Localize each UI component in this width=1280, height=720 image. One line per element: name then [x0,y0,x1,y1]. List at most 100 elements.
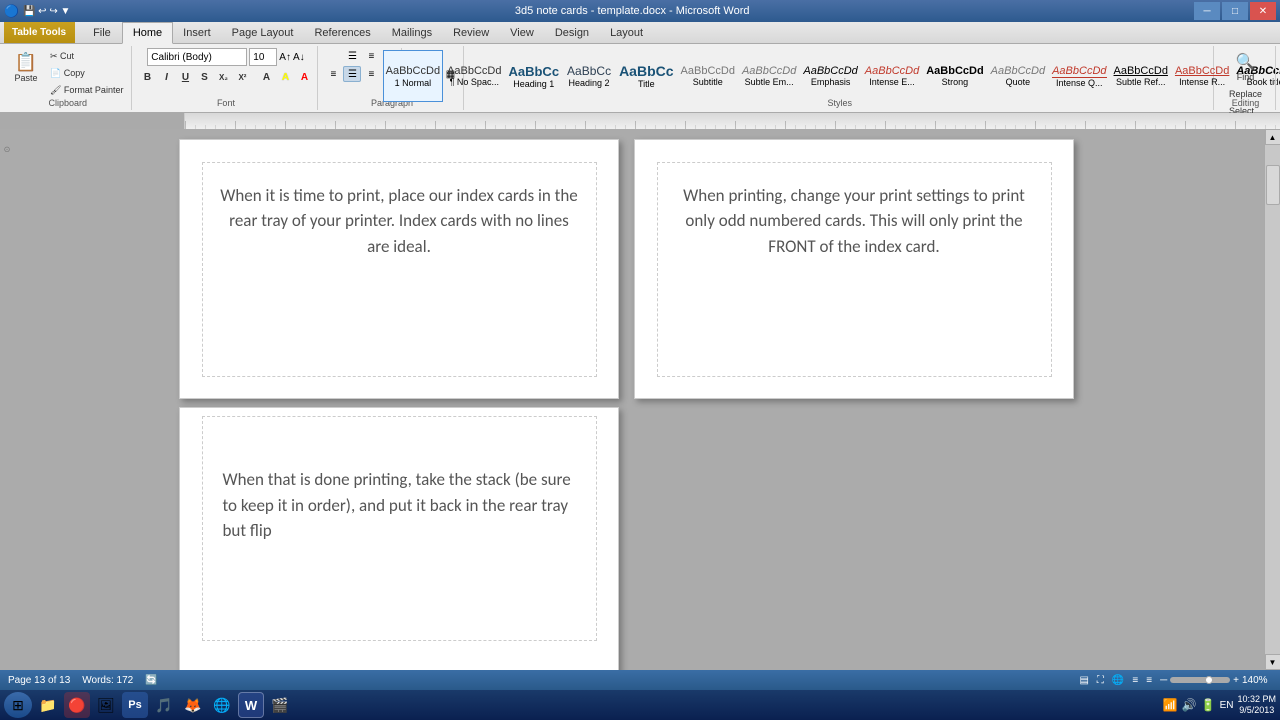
text-highlight-button[interactable]: A [276,69,294,85]
window-title: 3d5 note cards - template.docx - Microso… [70,5,1194,17]
font-label: Font [217,98,235,108]
taskbar-lightroom[interactable]: 🖼 [93,692,119,718]
copy-button[interactable]: 📄 Copy [46,65,127,81]
tab-view[interactable]: View [500,22,545,43]
editing-label: Editing [1232,98,1260,108]
clear-format-button[interactable]: A [257,69,275,85]
tab-home[interactable]: Home [122,22,173,44]
scrollbar-vertical[interactable]: ▲ ▼ [1264,129,1280,670]
card-1-text[interactable]: When it is time to print, place our inde… [218,183,581,260]
subscript-button[interactable]: X₂ [214,69,232,85]
card-row-1: When it is time to print, place our inde… [179,139,1099,399]
italic-button[interactable]: I [157,69,175,85]
tab-references[interactable]: References [304,22,381,43]
close-button[interactable]: ✕ [1250,2,1276,20]
bullets-button[interactable]: ☰ [343,48,361,64]
card-3-text[interactable]: When that is done printing, take the sta… [223,467,576,544]
taskbar-firefox[interactable]: 🦊 [180,692,206,718]
scroll-down-button[interactable]: ▼ [1265,654,1280,670]
zoom-slider[interactable] [1170,677,1230,683]
tab-layout[interactable]: Layout [600,22,654,43]
tab-design[interactable]: Design [545,22,600,43]
view-draft-icon[interactable]: ≡ [1146,675,1152,686]
tab-mailings[interactable]: Mailings [382,22,443,43]
style-subtitle[interactable]: AaBbCcDd Subtitle [678,50,738,102]
scroll-thumb[interactable] [1266,165,1280,205]
document-area[interactable]: When it is time to print, place our inde… [14,129,1264,670]
taskbar-chrome[interactable]: 🌐 [209,692,235,718]
card-3-outer: When that is done printing, take the sta… [179,407,619,670]
superscript-button[interactable]: X² [233,69,251,85]
font-name-input[interactable]: Calibri (Body) [147,48,247,66]
style-emphasis[interactable]: AaBbCcDd Emphasis [800,50,860,102]
style-no-spacing[interactable]: AaBbCcDd ¶ No Spac... [444,50,504,102]
find-button[interactable]: 🔍 Find [1226,48,1266,86]
ribbon: Table Tools File Home Insert Page Layout… [0,22,1280,113]
styles-group: AaBbCcDd 1 Normal AaBbCcDd ¶ No Spac... … [466,46,1214,110]
style-intense-q[interactable]: AaBbCcDd Intense Q... [1049,50,1109,102]
align-right-button[interactable]: ≡ [362,66,380,82]
style-normal[interactable]: AaBbCcDd 1 Normal [383,50,443,102]
style-subtle-em[interactable]: AaBbCcDd Subtle Em... [739,50,799,102]
zoom-slider-thumb [1205,676,1213,684]
start-button[interactable]: ⊞ [4,692,32,718]
page-info: Page 13 of 13 [8,675,70,686]
numbering-button[interactable]: ≡ [362,48,380,64]
tab-insert[interactable]: Insert [173,22,222,43]
style-subtle-ref[interactable]: AaBbCcDd Subtle Ref... [1111,50,1171,102]
card-2-text[interactable]: When printing, change your print setting… [673,183,1036,260]
taskbar-media[interactable]: 🎵 [151,692,177,718]
card-1-inner: When it is time to print, place our inde… [202,162,597,377]
zoom-in-button[interactable]: + [1233,675,1239,686]
zoom-out-button[interactable]: ─ [1160,675,1167,686]
font-shrink-button[interactable]: A↓ [293,52,305,63]
clock[interactable]: 10:32 PM 9/5/2013 [1237,694,1276,716]
zoom-level[interactable]: 140% [1242,675,1272,686]
maximize-button[interactable]: □ [1222,2,1248,20]
editing-group: 🔍 Find Replace Select Editing [1216,46,1276,110]
taskbar-explorer[interactable]: 📁 [35,692,61,718]
bold-button[interactable]: B [138,69,156,85]
tab-file[interactable]: File [83,22,122,43]
styles-list: AaBbCcDd 1 Normal AaBbCcDd ¶ No Spac... … [383,48,1280,104]
font-size-input[interactable]: 10 [249,48,277,66]
tab-review[interactable]: Review [443,22,500,43]
view-web-icon[interactable]: 🌐 [1112,675,1124,686]
track-changes-icon: 🔄 [145,675,157,686]
scroll-up-button[interactable]: ▲ [1265,129,1280,145]
ruler [0,113,1280,129]
font-group: Calibri (Body) 10 A↑ A↓ B I U S X₂ X² [134,46,318,110]
style-heading2[interactable]: AaBbCc Heading 2 [563,50,615,102]
style-strong[interactable]: AaBbCcDd Strong [923,50,986,102]
style-quote[interactable]: AaBbCcDd Quote [988,50,1048,102]
taskbar-word[interactable]: W [238,692,264,718]
taskbar-vlc[interactable]: 🎬 [267,692,293,718]
view-fullscreen-icon[interactable]: ⛶ [1097,675,1104,686]
taskbar-photoshop[interactable]: Ps [122,692,148,718]
strikethrough-button[interactable]: S [195,69,213,85]
style-heading1[interactable]: AaBbCc Heading 1 [505,50,562,102]
cut-button[interactable]: ✂ Cut [46,48,127,64]
font-color-button[interactable]: A [295,69,313,85]
align-center-button[interactable]: ☰ [343,66,361,82]
align-left-button[interactable]: ≡ [324,66,342,82]
card-1-outer: When it is time to print, place our inde… [179,139,619,399]
ribbon-body: 📋 Paste ✂ Cut 📄 Copy 🖌 Format Painter Cl… [0,44,1280,112]
scroll-track[interactable] [1265,145,1280,654]
minimize-button[interactable]: ─ [1194,2,1220,20]
tray-lang-icon: EN [1220,700,1234,711]
style-intense-em[interactable]: AaBbCcDd Intense E... [862,50,922,102]
format-painter-button[interactable]: 🖌 Format Painter [46,82,127,98]
tab-page-layout[interactable]: Page Layout [222,22,305,43]
zoom-bar: ─ + 140% [1160,675,1272,686]
style-title[interactable]: AaBbCc Title [616,50,676,102]
view-print-icon[interactable]: ▤ [1079,675,1088,686]
card-3-inner: When that is done printing, take the sta… [202,416,597,641]
view-outline-icon[interactable]: ≡ [1132,675,1138,686]
ruler-marks [185,113,1280,129]
underline-button[interactable]: U [176,69,194,85]
taskbar-alt-icon[interactable]: 🔴 [64,692,90,718]
paste-button[interactable]: 📋 Paste [8,48,44,86]
ribbon-tab-bar: Table Tools File Home Insert Page Layout… [0,22,1280,44]
font-grow-button[interactable]: A↑ [279,52,291,63]
